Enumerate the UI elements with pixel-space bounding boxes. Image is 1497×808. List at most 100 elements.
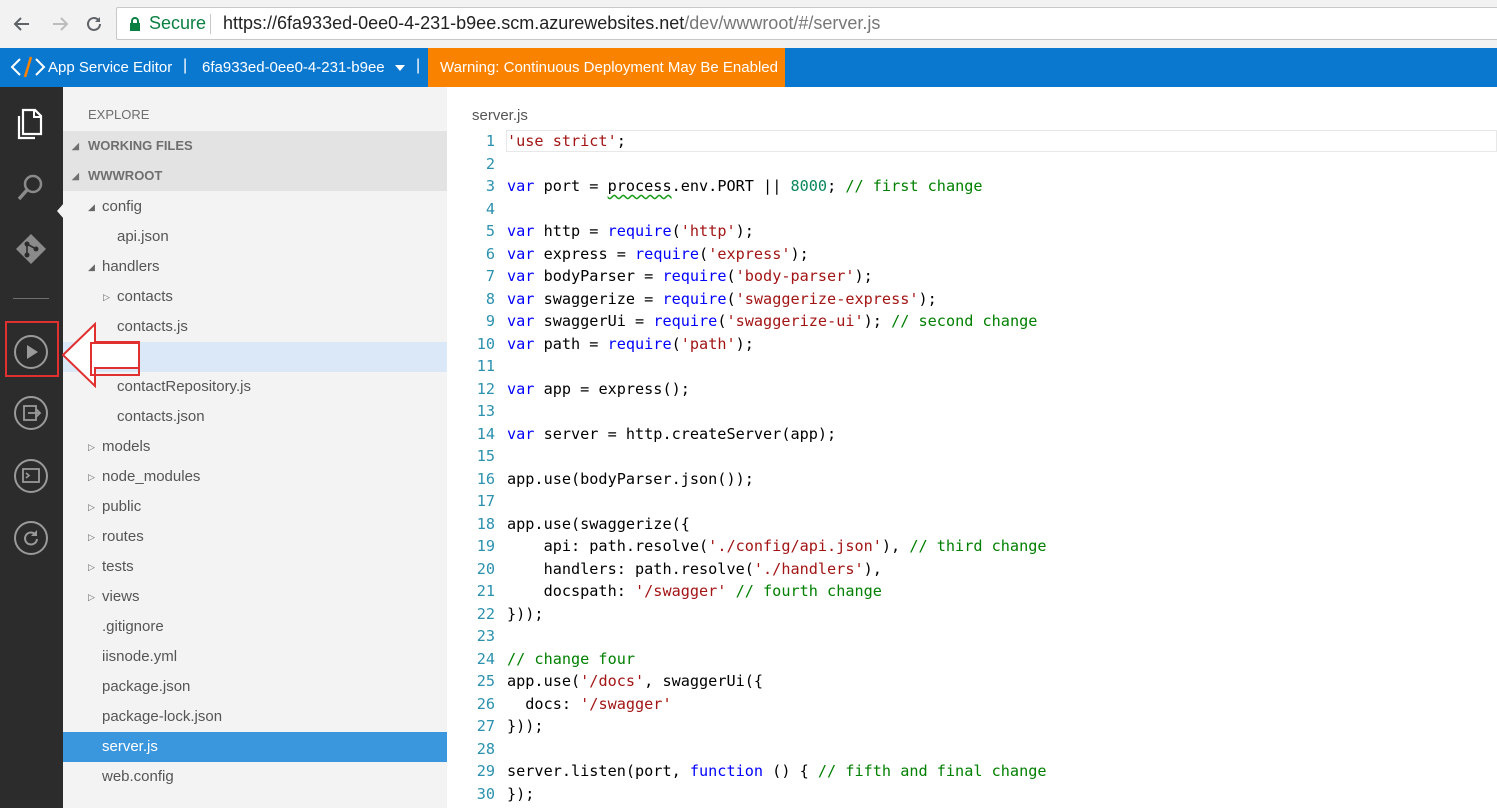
tree-item-label: .gitignore bbox=[102, 618, 164, 635]
line-number: 12 bbox=[476, 379, 495, 398]
collapsed-triangle-icon[interactable]: ▷ bbox=[88, 522, 95, 552]
code-line[interactable]: app.use(swaggerize({ bbox=[507, 513, 690, 536]
code-line[interactable]: handlers: path.resolve('./handlers'), bbox=[507, 558, 882, 581]
line-number: 13 bbox=[476, 402, 495, 420]
collapsed-triangle-icon[interactable]: ▷ bbox=[88, 432, 95, 462]
collapsed-triangle-icon[interactable]: ▷ bbox=[88, 582, 95, 612]
collapsed-triangle-icon[interactable]: ▷ bbox=[88, 492, 95, 522]
back-arrow-icon[interactable] bbox=[8, 10, 36, 38]
code-token: port = bbox=[534, 177, 608, 195]
code-token: server = http.createServer(app); bbox=[534, 424, 837, 443]
tree-item[interactable]: server.js bbox=[63, 732, 447, 762]
code-line[interactable]: server.listen(port, function () { // fif… bbox=[507, 760, 1047, 783]
tree-item[interactable]: ▷ views bbox=[63, 582, 447, 612]
code-token: ), bbox=[881, 537, 910, 555]
code-line[interactable]: var port = process.env.PORT || 8000; // … bbox=[507, 175, 983, 198]
code-line[interactable]: docspath: '/swagger' // fourth change bbox=[507, 580, 882, 603]
code-line[interactable]: api: path.resolve('./config/api.json'), … bbox=[507, 535, 1047, 558]
chevron-down-icon bbox=[394, 65, 405, 72]
url-text[interactable]: https://6fa933ed-0ee0-4-231-b9ee.scm.azu… bbox=[223, 13, 880, 34]
tree-item[interactable]: ▷ public bbox=[63, 492, 447, 522]
collapsed-triangle-icon[interactable]: ▷ bbox=[88, 552, 95, 582]
code-token: ; bbox=[616, 132, 626, 150]
line-number: 23 bbox=[476, 627, 495, 645]
line-number: 17 bbox=[476, 492, 495, 510]
code-line[interactable]: var express = require('express'); bbox=[507, 243, 809, 266]
code-line[interactable]: var swaggerize = require('swaggerize-exp… bbox=[507, 288, 937, 311]
site-selector[interactable]: 6fa933ed-0ee0-4-231-b9ee bbox=[202, 59, 405, 76]
editor-tab-title[interactable]: server.js bbox=[472, 107, 528, 124]
git-icon[interactable] bbox=[11, 229, 51, 269]
tree-item[interactable]: iisnode.yml bbox=[63, 642, 447, 672]
forward-arrow-icon[interactable] bbox=[46, 10, 74, 38]
lib-highlight-box bbox=[90, 342, 140, 376]
code-token: process bbox=[607, 177, 672, 195]
title-separator: | bbox=[416, 57, 421, 74]
code-line[interactable]: var app = express(); bbox=[507, 378, 690, 401]
code-token: '/docs' bbox=[580, 672, 645, 690]
expanded-triangle-icon[interactable]: ◢ bbox=[88, 252, 95, 282]
tree-item[interactable]: api.json bbox=[63, 222, 447, 252]
code-token: 8000 bbox=[790, 177, 828, 195]
code-token: var bbox=[507, 222, 535, 240]
collapsed-triangle-icon[interactable]: ▷ bbox=[103, 282, 110, 312]
code-line[interactable]: app.use(bodyParser.json()); bbox=[507, 468, 754, 491]
tree-item[interactable]: ◢ config bbox=[63, 192, 447, 222]
working-files-header[interactable]: ◢ WORKING FILES bbox=[63, 131, 447, 161]
code-line[interactable]: })); bbox=[507, 715, 544, 738]
collapsed-triangle-icon[interactable]: ▷ bbox=[88, 462, 95, 492]
code-token: app.use(swaggerize({ bbox=[507, 514, 690, 533]
code-token: ( bbox=[726, 289, 736, 308]
line-number: 15 bbox=[476, 447, 495, 465]
code-token: 'path' bbox=[680, 334, 736, 353]
tree-item[interactable]: ▷ routes bbox=[63, 522, 447, 552]
code-line[interactable]: // change four bbox=[507, 648, 635, 671]
code-line[interactable]: docs: '/swagger' bbox=[507, 693, 671, 716]
wwwroot-label: WWWROOT bbox=[88, 168, 163, 183]
tree-item[interactable]: contacts.json bbox=[63, 402, 447, 432]
code-token: ( bbox=[671, 334, 681, 353]
reload-icon[interactable] bbox=[80, 10, 108, 38]
code-line[interactable]: 'use strict'; bbox=[507, 130, 626, 153]
tree-item[interactable]: web.config bbox=[63, 762, 447, 792]
code-line[interactable]: var bodyParser = require('body-parser'); bbox=[507, 265, 873, 288]
tree-item[interactable]: package-lock.json bbox=[63, 702, 447, 732]
tree-item[interactable]: package.json bbox=[63, 672, 447, 702]
code-token: app.use(bodyParser.json()); bbox=[507, 469, 754, 488]
console-icon[interactable] bbox=[11, 456, 51, 496]
secure-label: Secure bbox=[149, 13, 207, 33]
secure-indicator[interactable]: Secure bbox=[129, 13, 206, 34]
line-number: 6 bbox=[485, 244, 495, 263]
code-line[interactable]: })); bbox=[507, 603, 544, 626]
code-line[interactable]: var http = require('http'); bbox=[507, 220, 754, 243]
search-icon[interactable] bbox=[11, 167, 51, 207]
line-number: 30 bbox=[476, 784, 495, 803]
expanded-triangle-icon[interactable]: ◢ bbox=[88, 192, 95, 222]
line-number: 9 bbox=[485, 312, 495, 330]
line-number: 14 bbox=[476, 424, 495, 443]
tree-item[interactable]: ▷ contacts bbox=[63, 282, 447, 312]
code-line[interactable]: app.use('/docs', swaggerUi({ bbox=[507, 670, 763, 693]
output-icon[interactable] bbox=[11, 393, 51, 433]
code-token: ); bbox=[735, 334, 754, 353]
address-bar[interactable]: Secure https://6fa933ed-0ee0-4-231-b9ee.… bbox=[116, 7, 1497, 40]
code-token: // fourth change bbox=[735, 582, 882, 600]
code-line[interactable]: var swaggerUi = require('swaggerize-ui')… bbox=[507, 310, 1037, 333]
line-number: 22 bbox=[476, 604, 495, 623]
tree-item[interactable]: ▷ models bbox=[63, 432, 447, 462]
tree-item[interactable]: .gitignore bbox=[63, 612, 447, 642]
tree-item[interactable]: ▷ tests bbox=[63, 552, 447, 582]
tree-item[interactable]: ◢ handlers bbox=[63, 252, 447, 282]
explorer-icon[interactable] bbox=[11, 104, 51, 144]
code-line[interactable]: var path = require('path'); bbox=[507, 333, 754, 356]
code-line[interactable]: }); bbox=[507, 783, 534, 806]
redeploy-icon[interactable] bbox=[11, 518, 51, 558]
wwwroot-header[interactable]: ◢ WWWROOT bbox=[63, 161, 447, 191]
code-token: ), bbox=[863, 559, 882, 578]
code-token: require bbox=[662, 289, 727, 308]
code-line[interactable]: var server = http.createServer(app); bbox=[507, 423, 836, 446]
code-token: require bbox=[653, 312, 718, 330]
code-editor[interactable]: server.js 1'use strict'; 2 3 var port = pro… bbox=[447, 87, 1497, 808]
deployment-warning[interactable]: Warning: Continuous Deployment May Be En… bbox=[428, 48, 785, 87]
tree-item[interactable]: ▷ node_modules bbox=[63, 462, 447, 492]
